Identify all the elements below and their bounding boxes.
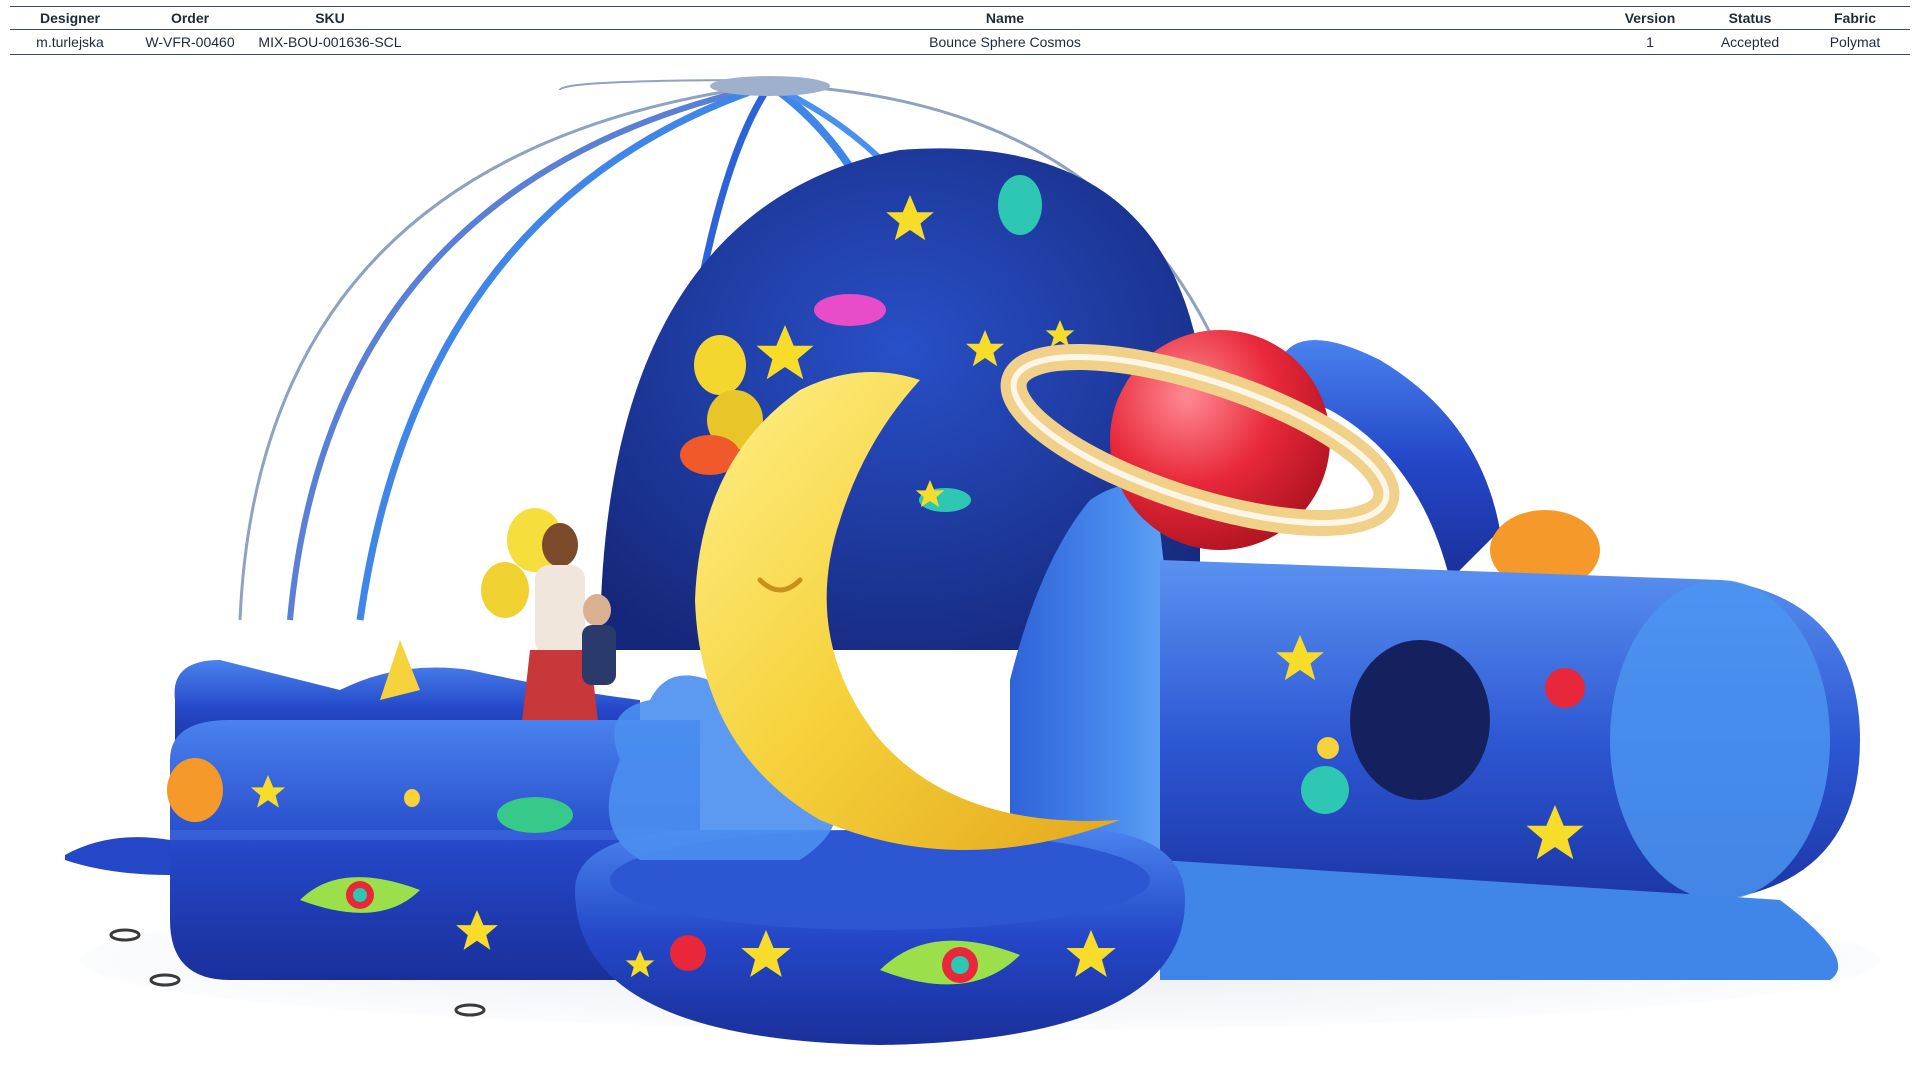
product-render xyxy=(0,60,1920,1080)
name-value: Bounce Sphere Cosmos xyxy=(410,29,1600,55)
col-sku-header: SKU xyxy=(250,6,410,30)
spec-table: Designer Order SKU Name Version Status F… xyxy=(10,6,1910,55)
ring-ufo xyxy=(497,797,573,833)
spec-value-row: m.turlejska W-VFR-00460 MIX-BOU-001636-S… xyxy=(10,29,1910,55)
spec-header-row: Designer Order SKU Name Version Status F… xyxy=(10,6,1910,30)
fabric-value: Polymat xyxy=(1800,29,1910,55)
sku-value: MIX-BOU-001636-SCL xyxy=(250,29,410,55)
col-fabric-header: Fabric xyxy=(1800,6,1910,30)
designer-value: m.turlejska xyxy=(10,29,130,55)
col-name-header: Name xyxy=(410,6,1600,30)
order-value: W-VFR-00460 xyxy=(130,29,250,55)
blower-tube xyxy=(65,837,170,875)
col-version-header: Version xyxy=(1600,6,1700,30)
col-designer-header: Designer xyxy=(10,6,130,30)
status-value: Accepted xyxy=(1700,29,1800,55)
rocket-nose xyxy=(1610,580,1830,900)
wall-planet-teal xyxy=(998,175,1042,235)
version-value: 1 xyxy=(1600,29,1700,55)
col-status-header: Status xyxy=(1700,6,1800,30)
left-orange-planet xyxy=(167,758,223,822)
col-order-header: Order xyxy=(130,6,250,30)
inflatable-illustration xyxy=(65,76,1880,1045)
wall-ufo-pink xyxy=(814,294,886,326)
tube-window xyxy=(1350,640,1490,800)
